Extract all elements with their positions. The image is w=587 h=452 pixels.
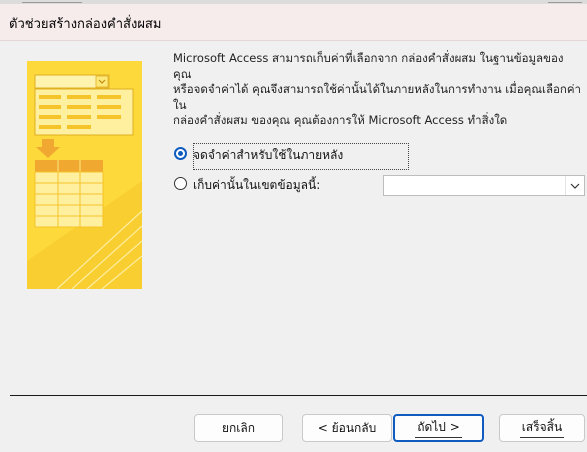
illustration-graphic [27,61,142,289]
cancel-button[interactable]: ยกเลิก [194,414,283,442]
next-button-label: ถัดไป > [415,418,462,438]
background-window-fragment [548,0,582,3]
finish-button[interactable]: เสร็จสิ้น [499,414,585,442]
title-bar: ตัวช่วยสร้างกล่องคำสั่งผสม [0,4,587,41]
option-remember-row[interactable]: จดจำค่าสำหรับใช้ในภายหลัง [174,145,404,165]
store-value-radio[interactable] [174,177,187,190]
wizard-description: Microsoft Access สามารถเก็บค่าที่เลือกจา… [173,51,582,127]
back-button-label: < ย้อนกลับ [317,420,377,435]
window-title: ตัวช่วยสร้างกล่องคำสั่งผสม [9,17,162,32]
field-combo-dropdown-button[interactable] [565,176,584,195]
finish-button-label: เสร็จสิ้น [519,418,565,438]
background-window-fragment [22,0,82,3]
chevron-down-icon [570,183,580,189]
combo-wizard-illustration [27,61,142,289]
cancel-button-label: ยกเลิก [221,420,256,435]
next-button[interactable]: ถัดไป > [393,414,484,442]
footer-separator [10,395,587,396]
option-store-row[interactable]: เก็บค่านั้นในเขตข้อมูลนี้: [174,175,374,195]
field-combo-box[interactable] [383,175,585,196]
back-button[interactable]: < ย้อนกลับ [302,414,392,442]
remember-value-radio[interactable] [174,147,187,160]
store-value-label: เก็บค่านั้นในเขตข้อมูลนี้: [193,178,321,192]
remember-value-label: จดจำค่าสำหรับใช้ในภายหลัง [193,148,344,162]
